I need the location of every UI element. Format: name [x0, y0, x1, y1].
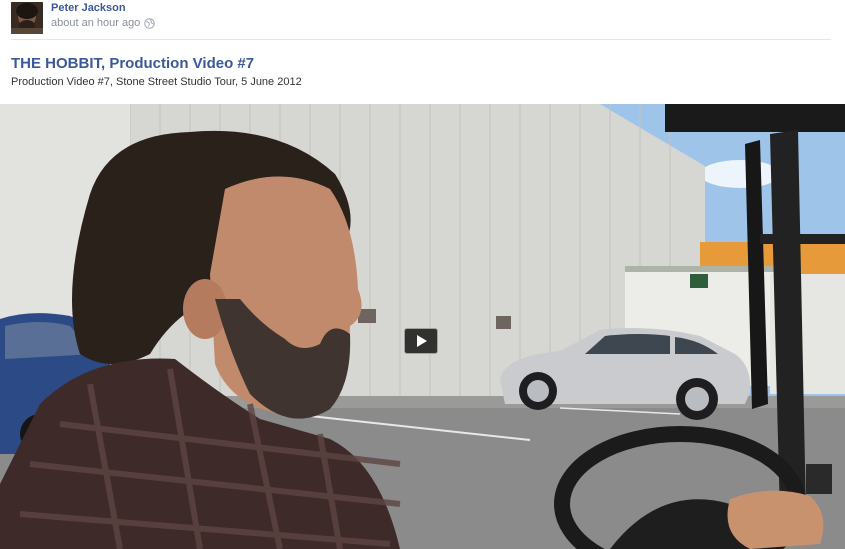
post-meta: about an hour ago [51, 17, 156, 29]
video-description: Production Video #7, Stone Street Studio… [11, 76, 302, 88]
play-icon [417, 335, 427, 347]
video-thumbnail [0, 104, 845, 549]
author-name[interactable]: Peter Jackson [51, 2, 126, 14]
post-timestamp[interactable]: about an hour ago [51, 17, 140, 29]
divider [11, 39, 831, 40]
play-button[interactable] [404, 328, 438, 354]
avatar[interactable] [11, 2, 43, 34]
post-header: Peter Jackson about an hour ago [0, 0, 845, 40]
video-player[interactable] [0, 104, 845, 549]
globe-icon[interactable] [144, 17, 156, 29]
video-title-link[interactable]: THE HOBBIT, Production Video #7 [11, 55, 254, 72]
